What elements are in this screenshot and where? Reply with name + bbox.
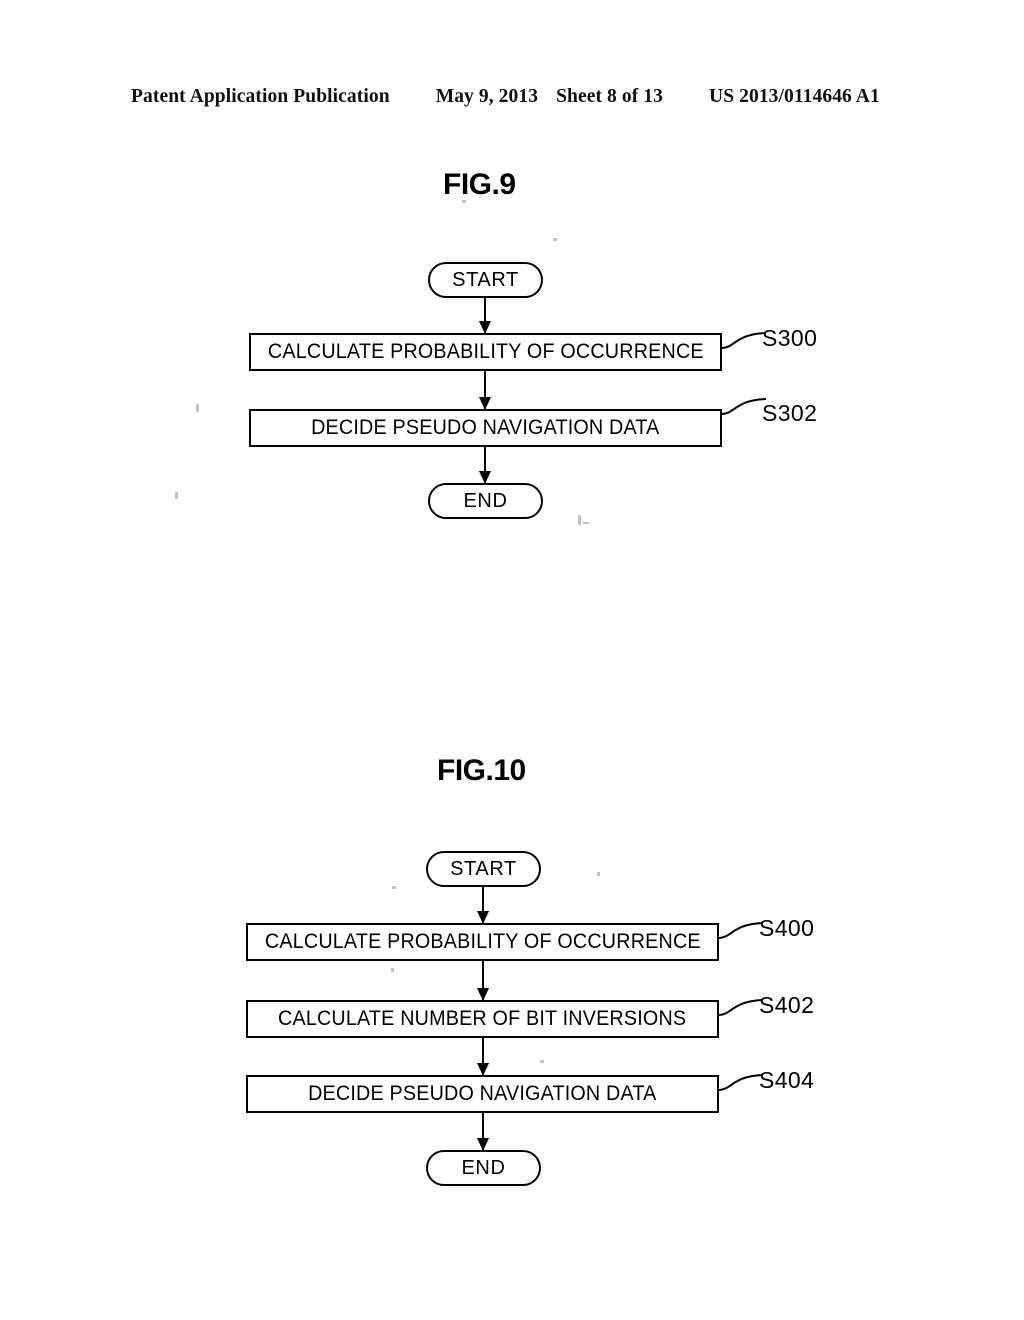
- fig10-end-label: END: [461, 1156, 506, 1179]
- publication-header: Patent Application Publication May 9, 20…: [131, 86, 893, 112]
- fig9-start-terminal: START: [428, 262, 543, 298]
- header-date: May 9, 2013: [435, 86, 539, 107]
- fig9-process-s300-label: CALCULATE PROBABILITY OF OCCURRENCE: [267, 340, 704, 363]
- fig9-process-s302-label: DECIDE PSEUDO NAVIGATION DATA: [311, 416, 660, 439]
- fig9-process-s302: DECIDE PSEUDO NAVIGATION DATA: [249, 409, 722, 447]
- header-sheet-number: Sheet 8 of 13: [556, 86, 664, 107]
- fig10-connector-s404-to-end: [482, 1113, 484, 1150]
- fig9-process-s300: CALCULATE PROBABILITY OF OCCURRENCE: [249, 333, 722, 371]
- fig10-end-terminal: END: [426, 1150, 541, 1186]
- scan-artifact: [578, 515, 581, 525]
- scan-artifact: [462, 200, 466, 203]
- fig9-connector-s302-to-end: [484, 447, 486, 483]
- fig10-start-terminal: START: [426, 851, 541, 887]
- scan-artifact: [391, 968, 394, 972]
- scan-artifact: [553, 238, 557, 241]
- scan-artifact: [597, 872, 600, 876]
- scan-artifact: [175, 492, 178, 499]
- fig9-start-label: START: [452, 268, 519, 291]
- fig10-process-s404-label: DECIDE PSEUDO NAVIGATION DATA: [308, 1082, 657, 1105]
- fig10-process-s400-label: CALCULATE PROBABILITY OF OCCURRENCE: [264, 930, 701, 953]
- scan-artifact: [540, 1060, 544, 1063]
- fig10-process-s400: CALCULATE PROBABILITY OF OCCURRENCE: [246, 923, 719, 961]
- fig10-ref-s402: S402: [759, 992, 815, 1018]
- header-publication-label: Patent Application Publication: [131, 86, 390, 107]
- fig10-connector-s402-to-s404: [482, 1038, 484, 1075]
- fig10-connector-s400-to-s402: [482, 961, 484, 1000]
- scan-artifact: [583, 522, 589, 524]
- fig9-ref-s302: S302: [762, 400, 818, 426]
- fig10-process-s404: DECIDE PSEUDO NAVIGATION DATA: [246, 1075, 719, 1113]
- header-document-number: US 2013/0114646 A1: [709, 86, 880, 107]
- fig9-ref-s300: S300: [762, 325, 818, 351]
- fig10-ref-s404: S404: [759, 1067, 815, 1093]
- fig10-connector-start-to-s400: [482, 887, 484, 923]
- figure-10-title: FIG.10: [437, 754, 526, 787]
- fig9-connector-start-to-s300: [484, 298, 486, 333]
- fig9-connector-s300-to-s302: [484, 371, 486, 409]
- scan-artifact: [196, 404, 199, 412]
- scan-artifact: [392, 886, 396, 889]
- fig10-process-s402-label: CALCULATE NUMBER OF BIT INVERSIONS: [278, 1007, 687, 1030]
- figure-9-title: FIG.9: [443, 168, 516, 201]
- fig10-process-s402: CALCULATE NUMBER OF BIT INVERSIONS: [246, 1000, 719, 1038]
- fig9-end-terminal: END: [428, 483, 543, 519]
- fig10-ref-s400: S400: [759, 915, 815, 941]
- fig10-start-label: START: [450, 857, 517, 880]
- fig9-end-label: END: [463, 489, 508, 512]
- patent-page: Patent Application Publication May 9, 20…: [0, 0, 1024, 1320]
